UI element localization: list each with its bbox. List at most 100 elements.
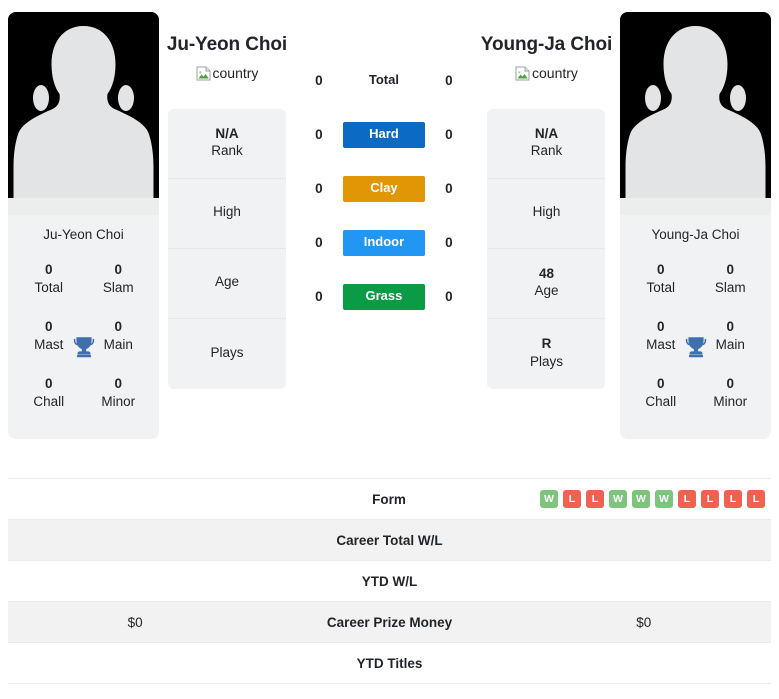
stat-value: 0 — [114, 262, 122, 277]
form-badge-list: WLLWWWLLLL — [522, 490, 765, 508]
stat-label: Chall — [33, 394, 65, 410]
info-label: Rank — [211, 143, 243, 159]
country-row-left: country — [196, 65, 258, 81]
stat-cell: 0 Mast — [626, 309, 696, 366]
stat-value: 0 — [657, 319, 665, 335]
stat-value: 0 — [44, 319, 53, 335]
stat-cell: 0 Main — [696, 309, 766, 366]
surface-comparison-column: 0 Total 0 0 Hard 0 0 Clay 0 0 Indoor 0 0 — [295, 12, 473, 310]
stat-label: Minor — [713, 394, 748, 410]
info-row-rank: N/A Rank — [487, 109, 606, 180]
table-row-form: Form WLLWWWLLLL — [8, 479, 771, 520]
form-badge-win: W — [632, 490, 650, 508]
info-value: R — [541, 336, 552, 352]
player-info-list-right: N/A Rank High 48 Age R Plays — [487, 109, 606, 390]
surface-left-value: 0 — [315, 181, 323, 197]
stat-label: Total — [34, 279, 64, 295]
player-info-left: Ju-Yeon Choi country N/A Rank High Age P… — [159, 12, 295, 390]
surface-left-value: 0 — [315, 235, 323, 251]
comparison-stats-table: Form WLLWWWLLLL Career Total W/L YTD W/L… — [8, 478, 771, 684]
stat-label: Slam — [102, 279, 134, 295]
info-label: High — [532, 204, 561, 220]
surface-row-indoor: 0 Indoor 0 — [295, 229, 473, 256]
surface-left-value: 0 — [315, 289, 323, 305]
broken-image-icon — [196, 66, 212, 81]
form-badge-loss: L — [563, 490, 581, 508]
info-row-age: 48 Age — [487, 249, 606, 320]
info-value: N/A — [215, 125, 239, 141]
stat-value: 0 — [726, 262, 735, 277]
stat-value: 0 — [114, 319, 122, 335]
table-row-ytd-wl: YTD W/L — [8, 561, 771, 602]
surface-right-value: 0 — [445, 289, 453, 305]
surface-label-total: Total — [368, 72, 399, 87]
info-row-high: High — [167, 179, 286, 250]
table-row-career-total-wl: Career Total W/L — [8, 520, 771, 561]
row-left-value — [8, 489, 262, 509]
info-row-plays: Plays — [168, 319, 286, 389]
stat-value: 0 — [44, 376, 53, 392]
stat-cell: 0 Slam — [84, 252, 154, 309]
player-card-left[interactable]: Ju-Yeon Choi 0 Total 0 Slam 0 Mast 0 Mai… — [8, 12, 159, 440]
info-label: Rank — [530, 143, 563, 159]
info-label: High — [213, 204, 241, 220]
info-label: Age — [534, 283, 559, 299]
info-row-plays: R Plays — [487, 319, 605, 389]
stat-value: 0 — [657, 262, 665, 277]
info-row-high: High — [487, 179, 606, 250]
form-badge-loss: L — [747, 490, 765, 508]
form-badge-loss: L — [701, 490, 719, 508]
stat-cell: 0 Main — [84, 309, 154, 366]
surface-row-total: 0 Total 0 — [295, 68, 473, 94]
table-row-career-prize-money: $0 Career Prize Money $0 — [8, 602, 771, 643]
surface-label-indoor[interactable]: Indoor — [342, 229, 425, 256]
row-label: Career Prize Money — [326, 614, 453, 630]
country-alt-text-right: country — [532, 65, 578, 82]
surface-left-value: 0 — [315, 73, 323, 89]
player-card-name-left: Ju-Yeon Choi — [8, 215, 159, 252]
stat-value: 0 — [114, 376, 122, 392]
player-avatar-left — [8, 12, 159, 215]
stat-label: Slam — [714, 279, 746, 295]
player-card-right[interactable]: Young-Ja Choi 0 Total 0 Slam 0 Mast 0 Ma… — [620, 12, 772, 440]
player-titles-grid-right: 0 Total 0 Slam 0 Mast 0 Main 0 Chall 0 M… — [620, 252, 772, 440]
surface-label-clay[interactable]: Clay — [342, 175, 425, 202]
row-right-value — [517, 530, 771, 550]
stat-value: 0 — [657, 376, 665, 392]
info-label: Plays — [529, 353, 563, 369]
info-label: Age — [214, 274, 239, 290]
player-comparison-page: Ju-Yeon Choi 0 Total 0 Slam 0 Mast 0 Mai… — [0, 0, 779, 699]
form-badge-loss: L — [586, 490, 604, 508]
stat-cell: 0 Slam — [696, 252, 766, 309]
row-label: YTD Titles — [356, 655, 423, 671]
player-title-left: Ju-Yeon Choi — [166, 34, 288, 55]
stat-label: Minor — [101, 394, 136, 410]
player-avatar-right — [620, 12, 772, 215]
surface-label-hard[interactable]: Hard — [342, 121, 425, 148]
surface-label-grass[interactable]: Grass — [342, 283, 425, 310]
stat-cell: 0 Total — [14, 252, 84, 309]
form-badge-loss: L — [678, 490, 696, 508]
info-value: 48 — [538, 265, 554, 281]
surface-right-value: 0 — [445, 235, 453, 251]
surface-right-value: 0 — [445, 73, 453, 89]
stat-label: Total — [646, 279, 676, 295]
stat-label: Chall — [645, 394, 677, 410]
stat-cell: 0 Minor — [84, 366, 154, 423]
surface-row-clay: 0 Clay 0 — [295, 175, 473, 202]
row-left-value — [8, 653, 262, 673]
surface-right-value: 0 — [445, 127, 453, 143]
surface-right-value: 0 — [445, 181, 453, 197]
row-right-value: $0 — [636, 614, 652, 630]
info-row-rank: N/A Rank — [167, 109, 286, 180]
form-badge-win: W — [540, 490, 558, 508]
surface-row-grass: 0 Grass 0 — [295, 283, 473, 310]
surface-row-hard: 0 Hard 0 — [295, 121, 473, 148]
player-card-name-right: Young-Ja Choi — [620, 215, 772, 252]
row-right-value — [517, 653, 771, 673]
info-value: N/A — [534, 125, 559, 141]
form-badge-loss: L — [724, 490, 742, 508]
stat-cell: 0 Mast — [14, 309, 84, 366]
row-left-value — [8, 571, 262, 591]
stat-cell: 0 Total — [626, 252, 696, 309]
